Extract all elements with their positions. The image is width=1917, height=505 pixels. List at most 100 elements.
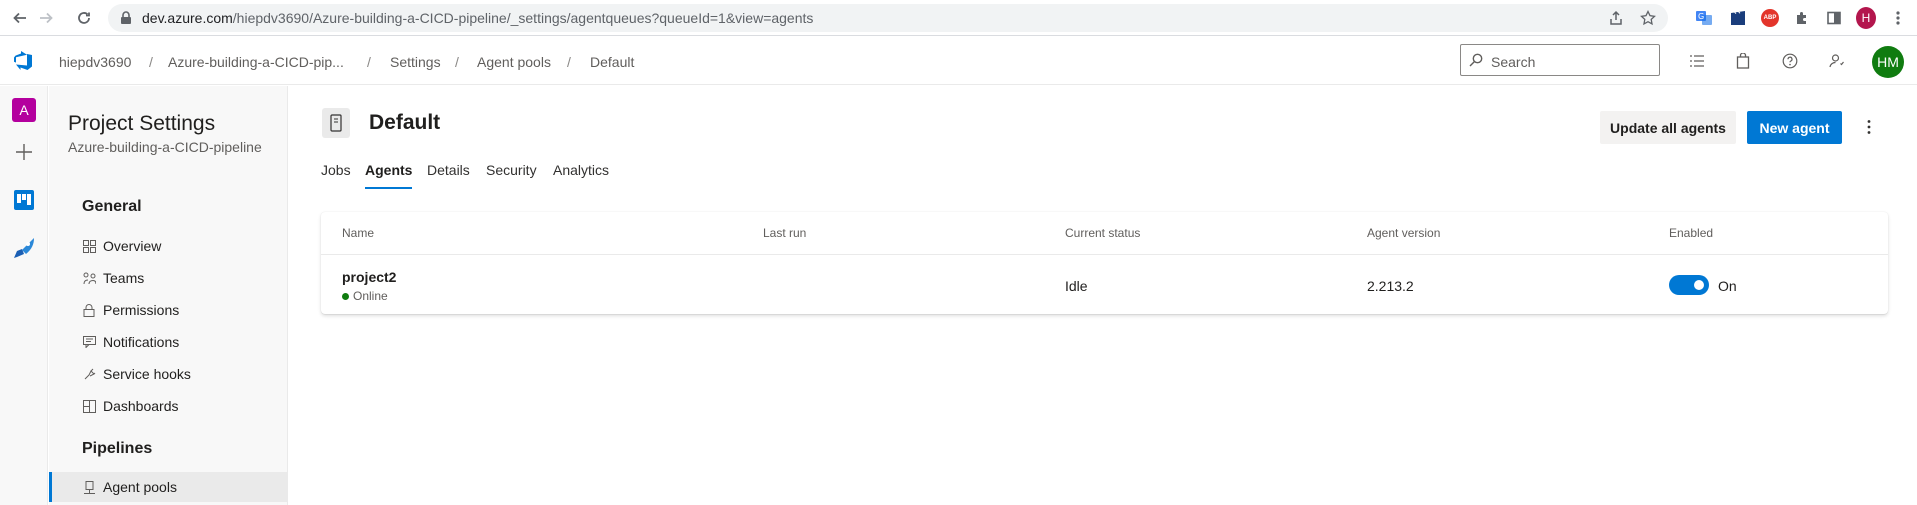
url-path: /hiepdv3690/Azure-building-a-CICD-pipeli… xyxy=(232,10,814,26)
tab-jobs[interactable]: Jobs xyxy=(321,162,351,192)
url-text: dev.azure.com/hiepdv3690/Azure-building-… xyxy=(142,10,813,26)
breadcrumb-agent-pools[interactable]: Agent pools xyxy=(477,54,551,70)
column-header-name[interactable]: Name xyxy=(342,226,374,240)
breadcrumb-separator: / xyxy=(367,54,371,70)
svg-text:G: G xyxy=(1698,12,1704,21)
nav-group-pipelines: Pipelines xyxy=(82,440,153,457)
boards-icon[interactable] xyxy=(10,186,38,214)
breadcrumb-separator: / xyxy=(455,54,459,70)
teams-icon xyxy=(82,271,96,285)
task-list-icon[interactable] xyxy=(1688,52,1706,70)
forward-button[interactable] xyxy=(36,8,56,28)
nav-item-notifications[interactable]: Notifications xyxy=(82,331,282,353)
url-host: dev.azure.com xyxy=(142,10,233,26)
nav-item-permissions[interactable]: Permissions xyxy=(82,299,282,321)
breadcrumb-project[interactable]: Azure-building-a-CICD-pip... xyxy=(168,54,344,70)
add-icon[interactable] xyxy=(10,138,38,166)
column-header-last-run[interactable]: Last run xyxy=(763,226,806,240)
nav-item-service-hooks[interactable]: Service hooks xyxy=(82,363,282,385)
overview-icon xyxy=(82,239,96,253)
bookmark-star-icon[interactable] xyxy=(1640,9,1656,31)
new-agent-button[interactable]: New agent xyxy=(1747,111,1842,144)
translate-extension-icon[interactable]: G xyxy=(1694,8,1714,28)
breadcrumb-settings[interactable]: Settings xyxy=(390,54,441,70)
side-panel-icon[interactable] xyxy=(1824,8,1844,28)
agent-name[interactable]: project2 xyxy=(342,269,396,285)
breadcrumb-organization[interactable]: hiepdv3690 xyxy=(59,54,131,70)
nav-item-label: Overview xyxy=(103,238,162,254)
agent-current-status: Idle xyxy=(1065,278,1088,294)
project-settings-title: Project Settings xyxy=(68,112,216,135)
breadcrumb-separator: / xyxy=(149,54,153,70)
nav-item-overview[interactable]: Overview xyxy=(82,235,282,257)
column-header-enabled[interactable]: Enabled xyxy=(1669,226,1713,240)
dashboards-icon xyxy=(82,399,96,413)
agent-connection-status: Online xyxy=(342,289,388,303)
lock-icon xyxy=(82,303,96,317)
search-icon xyxy=(1469,53,1483,67)
azure-devops-logo-icon[interactable] xyxy=(12,50,34,77)
pipelines-icon[interactable] xyxy=(10,234,38,262)
nav-item-label: Notifications xyxy=(103,334,180,350)
toggle-knob xyxy=(1694,280,1704,290)
adblock-extension-icon[interactable]: ABP xyxy=(1760,8,1780,28)
breadcrumb-default[interactable]: Default xyxy=(590,54,634,70)
project-settings-nav: Project Settings Azure-building-a-CICD-p… xyxy=(49,86,288,505)
profile-avatar: H xyxy=(1856,7,1876,29)
app-rail: A xyxy=(0,86,48,505)
agent-pool-icon xyxy=(322,108,350,138)
forward-arrow-icon xyxy=(40,12,53,24)
search-input[interactable]: Search xyxy=(1460,44,1660,76)
lock-icon xyxy=(121,11,131,24)
breadcrumb-separator: / xyxy=(567,54,571,70)
header-divider xyxy=(321,254,1888,255)
tab-security[interactable]: Security xyxy=(486,162,537,192)
nav-item-teams[interactable]: Teams xyxy=(82,267,282,289)
nav-item-label: Agent pools xyxy=(103,479,177,495)
nav-group-general: General xyxy=(82,198,142,215)
user-settings-icon[interactable] xyxy=(1828,52,1846,70)
notification-icon xyxy=(82,335,96,349)
nav-item-dashboards[interactable]: Dashboards xyxy=(82,395,282,417)
back-button[interactable] xyxy=(10,8,30,28)
update-all-agents-button[interactable]: Update all agents xyxy=(1600,111,1736,144)
tab-agents[interactable]: Agents xyxy=(365,162,413,192)
agent-connection-label: Online xyxy=(353,289,388,303)
column-header-current-status[interactable]: Current status xyxy=(1065,226,1140,240)
agent-version: 2.213.2 xyxy=(1367,278,1414,294)
browser-toolbar: dev.azure.com/hiepdv3690/Azure-building-… xyxy=(0,0,1917,36)
column-header-agent-version[interactable]: Agent version xyxy=(1367,226,1440,240)
back-arrow-icon xyxy=(13,12,26,24)
nav-item-label: Service hooks xyxy=(103,366,191,382)
more-options-icon[interactable] xyxy=(1859,117,1879,137)
agent-pools-icon xyxy=(82,480,96,494)
tab-analytics[interactable]: Analytics xyxy=(553,162,609,192)
service-hooks-icon xyxy=(82,367,96,381)
agent-enabled-toggle[interactable] xyxy=(1669,275,1709,295)
profile-button[interactable]: H xyxy=(1856,7,1876,29)
help-icon[interactable] xyxy=(1781,52,1799,70)
nav-item-label: Teams xyxy=(103,270,145,286)
browser-menu-icon[interactable] xyxy=(1888,8,1908,28)
tab-details[interactable]: Details xyxy=(427,162,470,192)
reload-icon xyxy=(78,12,90,24)
adblock-label: ABP xyxy=(1761,9,1779,27)
share-icon[interactable] xyxy=(1608,10,1624,31)
nav-item-label: Permissions xyxy=(103,302,180,318)
address-bar[interactable]: dev.azure.com/hiepdv3690/Azure-building-… xyxy=(108,4,1668,32)
reload-button[interactable] xyxy=(74,8,94,28)
page-title: Default xyxy=(369,111,441,134)
clapper-extension-icon[interactable] xyxy=(1728,8,1748,28)
online-status-icon xyxy=(342,292,349,300)
search-placeholder: Search xyxy=(1491,54,1536,70)
extensions-puzzle-icon[interactable] xyxy=(1792,8,1812,28)
agent-enabled-label: On xyxy=(1718,278,1737,294)
marketplace-bag-icon[interactable] xyxy=(1734,52,1752,70)
app-header: hiepdv3690 / Azure-building-a-CICD-pip..… xyxy=(0,37,1917,85)
project-badge[interactable]: A xyxy=(12,98,36,122)
nav-item-label: Dashboards xyxy=(103,398,179,414)
nav-item-agent-pools[interactable]: Agent pools xyxy=(49,472,287,502)
user-avatar[interactable]: HM xyxy=(1872,46,1904,78)
agents-table: Name Last run Current status Agent versi… xyxy=(321,212,1888,314)
project-name: Azure-building-a-CICD-pipeline xyxy=(68,139,262,155)
